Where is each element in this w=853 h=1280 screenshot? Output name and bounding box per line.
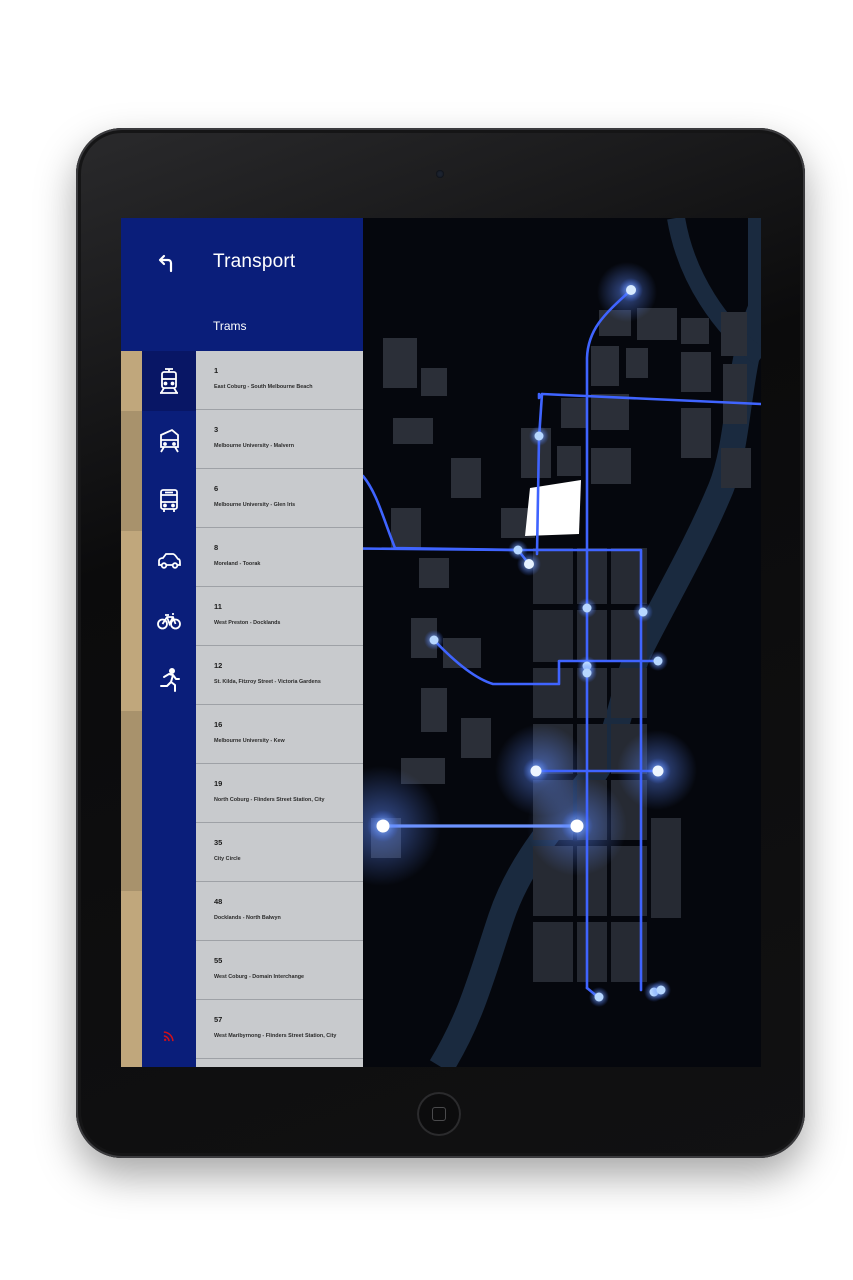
route-number: 12 <box>214 661 223 670</box>
tram-stop[interactable] <box>653 656 663 666</box>
route-name: West Preston - Docklands <box>214 620 281 626</box>
route-name: City Circle <box>214 856 241 862</box>
tram-stop[interactable] <box>534 431 544 441</box>
section-title: Trams <box>213 319 247 333</box>
bus-icon <box>160 489 178 512</box>
route-name: Melbourne University - Glen Iris <box>214 502 296 508</box>
route-name: East Coburg - South Melbourne Beach <box>214 384 313 390</box>
header-panel: Transport Trams <box>121 218 363 351</box>
route-number: 35 <box>214 838 223 847</box>
route-item-16[interactable]: 16 Melbourne University - Kew <box>196 705 363 764</box>
mode-bar-edge <box>121 351 142 1067</box>
edge-shade <box>121 711 142 891</box>
back-button[interactable] <box>155 253 177 275</box>
live-signal-icon <box>163 1031 174 1042</box>
route-name: North Coburg - Flinders Street Station, … <box>214 797 325 803</box>
tram-stop[interactable] <box>582 668 592 678</box>
route-item-19[interactable]: 19 North Coburg - Flinders Street Station… <box>196 764 363 823</box>
route-number: 48 <box>214 897 223 906</box>
route-number: 6 <box>214 484 219 493</box>
train-icon <box>160 428 179 453</box>
live-feed-button[interactable] <box>142 1021 196 1051</box>
tram-stop[interactable] <box>594 992 604 1002</box>
route-name: West Coburg - Domain Interchange <box>214 974 305 980</box>
home-button[interactable] <box>417 1092 461 1136</box>
tram-stop[interactable] <box>429 635 439 645</box>
route-name: Docklands - North Balwyn <box>214 915 281 921</box>
bike-icon <box>157 613 181 630</box>
route-item-8[interactable]: 8 Moreland - Toorak <box>196 528 363 587</box>
tram-icon <box>160 368 178 394</box>
route-item-12[interactable]: 12 St. Kilda, Fitzroy Street - Victoria G… <box>196 646 363 705</box>
route-name: Melbourne University - Kew <box>214 738 285 744</box>
tram-stop[interactable] <box>638 607 648 617</box>
route-name: St. Kilda, Fitzroy Street - Victoria Gar… <box>214 679 321 685</box>
walk-icon <box>160 668 180 692</box>
route-item-6[interactable]: 6 Melbourne University - Glen Iris <box>196 469 363 528</box>
route-number: 8 <box>214 543 219 552</box>
route-name: Melbourne University - Malvern <box>214 443 294 449</box>
mode-bike-button[interactable] <box>142 591 196 651</box>
tram-stop[interactable] <box>513 545 523 555</box>
route-number: 57 <box>214 1015 223 1024</box>
route-item-55[interactable]: 55 West Coburg - Domain Interchange <box>196 941 363 1000</box>
page-title: Transport <box>213 251 296 272</box>
edge-shade <box>121 411 142 531</box>
tram-stop[interactable] <box>656 985 666 995</box>
transport-mode-bar <box>121 351 196 1067</box>
route-item-48[interactable]: 48 Docklands - North Balwyn <box>196 882 363 941</box>
route-item-11[interactable]: 11 West Preston - Docklands <box>196 587 363 646</box>
mode-car-button[interactable] <box>142 531 196 591</box>
back-arrow-icon <box>158 254 173 273</box>
transit-map[interactable] <box>363 218 761 1067</box>
route-number: 3 <box>214 425 219 434</box>
tram-stop[interactable] <box>570 819 584 833</box>
tram-stop[interactable] <box>524 559 534 569</box>
route-number: 11 <box>214 602 222 611</box>
route-item-1[interactable]: 1 East Coburg - South Melbourne Beach <box>196 351 363 410</box>
route-list[interactable]: 1 East Coburg - South Melbourne Beach 3 Mel… <box>196 351 363 1067</box>
mode-train-button[interactable] <box>142 411 196 471</box>
route-name: Moreland - Toorak <box>214 561 261 567</box>
mode-tram-button[interactable] <box>142 351 196 411</box>
car-icon <box>158 553 181 569</box>
route-item-57[interactable]: 57 West Maribyrnong - Flinders Street Sta… <box>196 1000 363 1059</box>
route-name: West Maribyrnong - Flinders Street Stati… <box>214 1033 337 1039</box>
route-number: 19 <box>214 779 223 788</box>
front-camera <box>436 170 444 178</box>
tram-stop[interactable] <box>530 765 542 777</box>
route-number: 16 <box>214 720 223 729</box>
route-number: 55 <box>214 956 223 965</box>
tram-stop[interactable] <box>582 603 592 613</box>
tram-stop[interactable] <box>376 819 390 833</box>
highlighted-block <box>525 480 581 536</box>
app-screen: Transport Trams 1 East Coburg - South Me… <box>121 218 761 1067</box>
route-number: 1 <box>214 366 219 375</box>
route-item-35[interactable]: 35 City Circle <box>196 823 363 882</box>
tram-stop[interactable] <box>652 765 664 777</box>
mode-walk-button[interactable] <box>142 651 196 711</box>
tram-stop[interactable] <box>626 285 636 295</box>
mode-bus-button[interactable] <box>142 471 196 531</box>
route-item-3[interactable]: 3 Melbourne University - Malvern <box>196 410 363 469</box>
